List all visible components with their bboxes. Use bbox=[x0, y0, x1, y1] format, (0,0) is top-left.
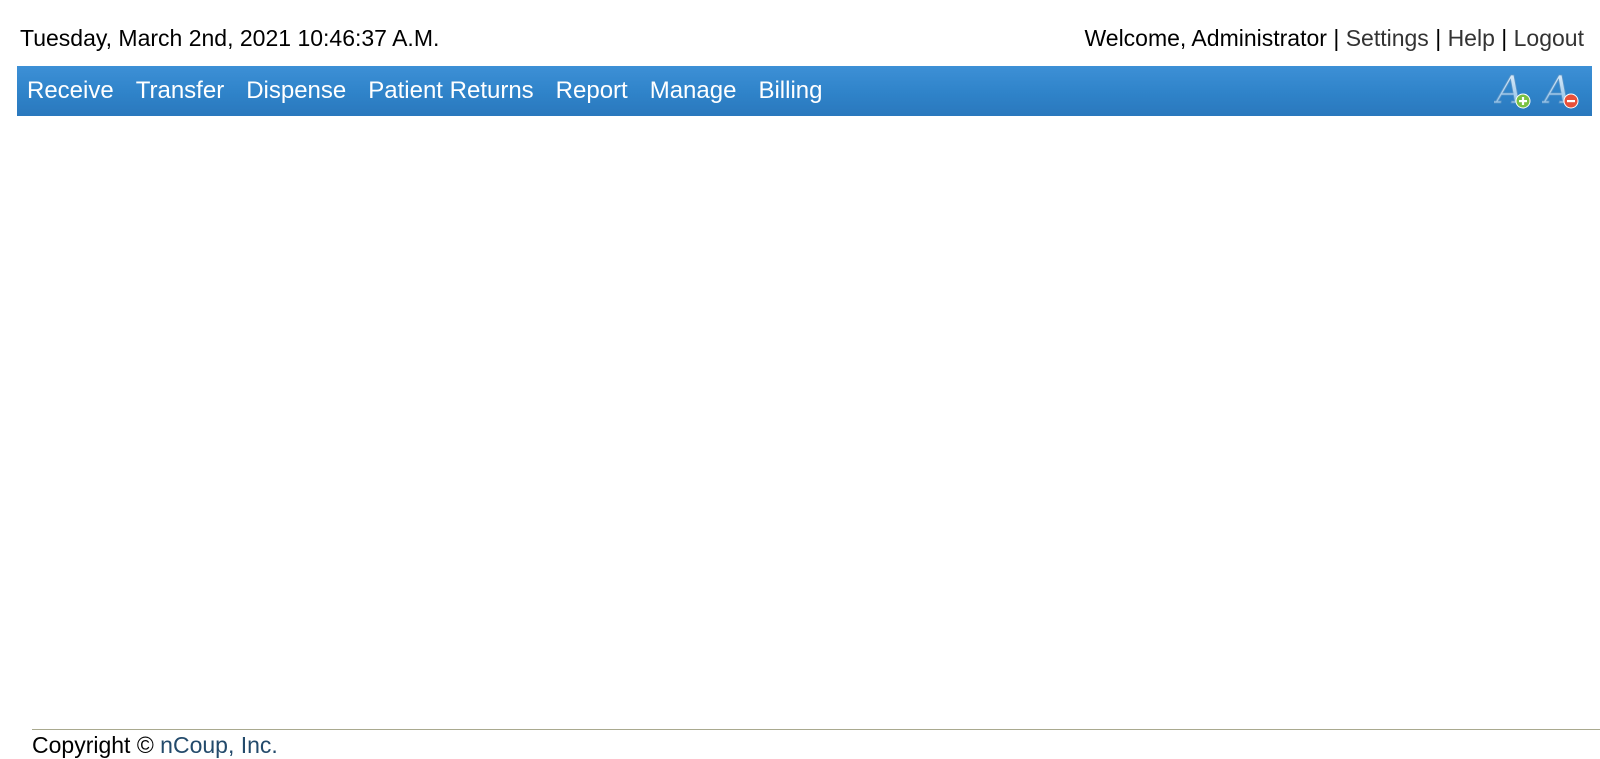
footer-divider bbox=[32, 729, 1600, 730]
nav-item-transfer[interactable]: Transfer bbox=[125, 66, 235, 116]
top-header: Tuesday, March 2nd, 2021 10:46:37 A.M. W… bbox=[0, 0, 1600, 66]
separator: | bbox=[1435, 25, 1442, 51]
nav-menu: Receive Transfer Dispense Patient Return… bbox=[17, 66, 833, 116]
nav-item-billing[interactable]: Billing bbox=[747, 66, 833, 116]
separator: | bbox=[1501, 25, 1508, 51]
nav-item-report[interactable]: Report bbox=[545, 66, 639, 116]
font-size-tools: A A bbox=[1493, 68, 1582, 112]
help-link[interactable]: Help bbox=[1448, 25, 1495, 51]
settings-link[interactable]: Settings bbox=[1346, 25, 1429, 51]
main-nav-bar: Receive Transfer Dispense Patient Return… bbox=[17, 66, 1592, 116]
nav-item-receive[interactable]: Receive bbox=[17, 66, 125, 116]
user-links: Welcome, Administrator | Settings | Help… bbox=[1084, 24, 1584, 52]
copyright-text: Copyright © bbox=[32, 732, 154, 758]
welcome-text: Welcome, Administrator bbox=[1084, 25, 1327, 51]
logout-link[interactable]: Logout bbox=[1514, 25, 1584, 51]
company-link[interactable]: nCoup, Inc. bbox=[160, 732, 278, 758]
font-increase-icon[interactable]: A bbox=[1493, 68, 1534, 112]
nav-item-manage[interactable]: Manage bbox=[639, 66, 748, 116]
font-decrease-icon[interactable]: A bbox=[1541, 68, 1582, 112]
current-datetime: Tuesday, March 2nd, 2021 10:46:37 A.M. bbox=[20, 25, 440, 51]
footer: Copyright © nCoup, Inc. bbox=[32, 731, 278, 759]
separator: | bbox=[1333, 25, 1340, 51]
nav-item-patient-returns[interactable]: Patient Returns bbox=[357, 66, 544, 116]
nav-item-dispense[interactable]: Dispense bbox=[235, 66, 357, 116]
